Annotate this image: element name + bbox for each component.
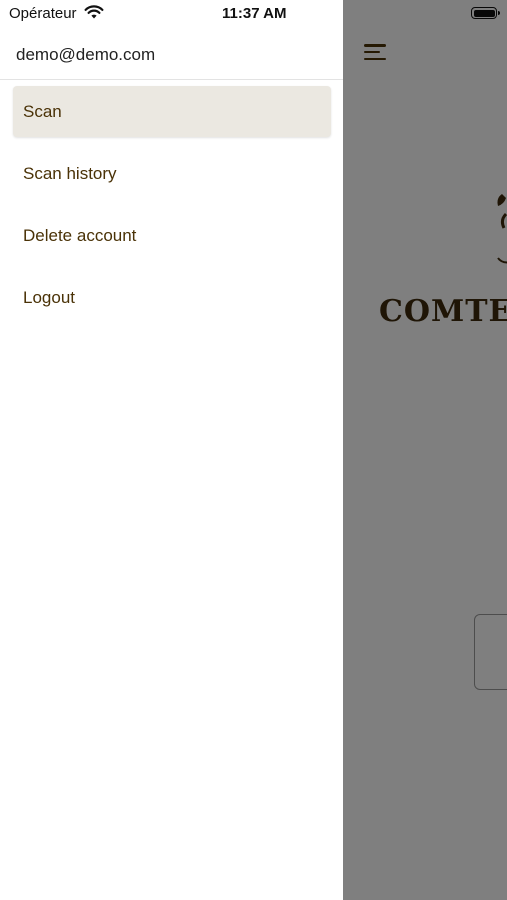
drawer-nav-list: Scan Scan history Delete account Logout bbox=[13, 86, 331, 334]
drawer-item-delete-account[interactable]: Delete account bbox=[13, 210, 331, 261]
wifi-icon bbox=[84, 5, 104, 19]
status-bar: Opérateur 11:37 AM bbox=[0, 0, 343, 28]
navigation-drawer: Opérateur 11:37 AM demo@demo.com Scan Sc… bbox=[0, 0, 343, 900]
drawer-divider bbox=[0, 79, 343, 80]
drawer-item-label: Delete account bbox=[23, 225, 137, 245]
carrier-name: Opérateur bbox=[9, 5, 77, 22]
drawer-item-label: Scan bbox=[23, 101, 62, 121]
drawer-item-label: Logout bbox=[23, 287, 75, 307]
drawer-item-scan-history[interactable]: Scan history bbox=[13, 148, 331, 199]
drawer-item-label: Scan history bbox=[23, 163, 117, 183]
drawer-item-scan[interactable]: Scan bbox=[13, 86, 331, 137]
account-email: demo@demo.com bbox=[16, 45, 156, 64]
app-screen: COMTE Opérateur 11:37 AM demo@demo.com S… bbox=[0, 0, 507, 900]
drawer-item-logout[interactable]: Logout bbox=[13, 272, 331, 323]
status-time: 11:37 AM bbox=[222, 5, 287, 22]
